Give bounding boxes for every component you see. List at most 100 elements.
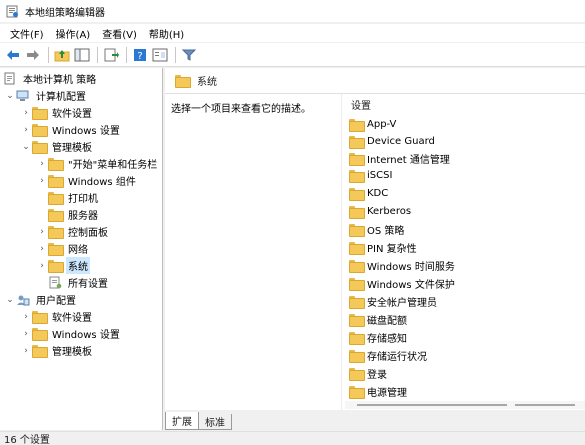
list-item[interactable]: Kerberos bbox=[349, 203, 411, 220]
folder-icon bbox=[349, 188, 365, 201]
tree-item-control-panel[interactable]: › 控制面板 bbox=[36, 223, 110, 240]
back-arrow-icon[interactable] bbox=[4, 46, 22, 64]
menu-action[interactable]: 操作(A) bbox=[50, 26, 97, 41]
folder-icon bbox=[349, 332, 365, 345]
folder-icon bbox=[349, 314, 365, 327]
export-list-icon[interactable] bbox=[102, 46, 120, 64]
tree-label-user-software-settings: 软件设置 bbox=[52, 313, 92, 324]
list-item[interactable]: PIN 复杂性 bbox=[349, 239, 417, 256]
chevron-down-icon[interactable]: ⌄ bbox=[4, 291, 16, 308]
list-item[interactable]: iSCSI bbox=[349, 167, 392, 184]
folder-icon bbox=[32, 328, 48, 341]
list-item-label: 安全帐户管理员 bbox=[367, 298, 437, 309]
tree-label-computer-config: 计算机配置 bbox=[36, 92, 86, 103]
menu-help[interactable]: 帮助(H) bbox=[143, 26, 190, 41]
window-title: 本地组策略编辑器 bbox=[25, 7, 105, 19]
tree-item-printers[interactable]: 打印机 bbox=[48, 189, 100, 206]
chevron-right-icon[interactable]: › bbox=[36, 155, 48, 172]
tree-item-admin-templates[interactable]: ⌄ 管理模板 bbox=[20, 138, 94, 155]
toolbar-separator bbox=[175, 46, 176, 63]
folder-icon bbox=[349, 119, 365, 132]
tree-item-windows-settings[interactable]: › Windows 设置 bbox=[20, 121, 122, 138]
list-item-label: 电源管理 bbox=[367, 388, 407, 399]
tree-item-start-menu[interactable]: › "开始"菜单和任务栏 bbox=[36, 155, 159, 172]
policy-editor-app-icon bbox=[6, 5, 19, 18]
tree-label-printers: 打印机 bbox=[68, 194, 98, 205]
view-tabs: 扩展 标准 bbox=[165, 412, 232, 430]
chevron-right-icon[interactable]: › bbox=[36, 240, 48, 257]
folder-icon bbox=[349, 206, 365, 219]
tree-item-windows-components[interactable]: › Windows 组件 bbox=[36, 172, 138, 189]
tree-label-system: 系统 bbox=[66, 257, 90, 274]
list-item[interactable]: Device Guard bbox=[349, 133, 435, 150]
list-item[interactable]: 存储感知 bbox=[349, 329, 407, 346]
chevron-right-icon[interactable]: › bbox=[20, 308, 32, 325]
list-item-label: iSCSI bbox=[367, 170, 393, 181]
chevron-right-icon[interactable]: › bbox=[36, 257, 48, 274]
tree-label-user-config: 用户配置 bbox=[36, 296, 76, 307]
tree-label-start-menu: "开始"菜单和任务栏 bbox=[68, 160, 158, 171]
tree-item-user-windows-settings[interactable]: › Windows 设置 bbox=[20, 325, 122, 342]
tree-item-root[interactable]: 本地计算机 策略 bbox=[4, 70, 98, 87]
folder-icon bbox=[32, 345, 48, 358]
list-item[interactable]: App-V bbox=[349, 116, 396, 133]
up-folder-icon[interactable] bbox=[53, 46, 71, 64]
tree-item-user-software-settings[interactable]: › 软件设置 bbox=[20, 308, 94, 325]
list-item[interactable]: KDC bbox=[349, 185, 388, 202]
folder-icon bbox=[349, 224, 365, 237]
toolbar-separator bbox=[97, 46, 98, 63]
list-item[interactable]: 磁盘配额 bbox=[349, 311, 407, 328]
list-item-label: Internet 通信管理 bbox=[367, 155, 450, 166]
chevron-right-icon[interactable]: › bbox=[20, 325, 32, 342]
chevron-right-icon[interactable]: › bbox=[20, 342, 32, 359]
list-item-label: OS 策略 bbox=[367, 226, 405, 237]
tree-label-network: 网络 bbox=[68, 245, 88, 256]
column-header-setting[interactable]: 设置 bbox=[351, 97, 371, 112]
properties-icon[interactable] bbox=[151, 46, 169, 64]
tree-item-computer-config[interactable]: ⌄ 计算机配置 bbox=[4, 87, 88, 104]
svg-text:?: ? bbox=[137, 51, 142, 62]
folder-icon bbox=[349, 296, 365, 309]
tree-item-network[interactable]: › 网络 bbox=[36, 240, 90, 257]
tree-item-user-admin-templates[interactable]: › 管理模板 bbox=[20, 342, 94, 359]
tab-extended[interactable]: 扩展 bbox=[165, 412, 199, 430]
chevron-right-icon[interactable]: › bbox=[36, 172, 48, 189]
list-item[interactable]: Internet 通信管理 bbox=[349, 150, 450, 167]
chevron-right-icon[interactable]: › bbox=[36, 223, 48, 240]
list-item[interactable]: 登录 bbox=[349, 365, 387, 382]
tree-label-software-settings: 软件设置 bbox=[52, 109, 92, 120]
chevron-down-icon[interactable]: ⌄ bbox=[20, 138, 32, 155]
help-icon[interactable]: ? bbox=[131, 46, 149, 64]
list-item[interactable]: 电源管理 bbox=[349, 383, 407, 400]
list-item[interactable]: 安全帐户管理员 bbox=[349, 293, 437, 310]
details-pane: 系统 选择一个项目来查看它的描述。 设置 App-V Device Guard … bbox=[165, 68, 585, 410]
list-item[interactable]: OS 策略 bbox=[349, 221, 404, 238]
menu-bar: 文件(F) 操作(A) 查看(V) 帮助(H) bbox=[0, 24, 585, 42]
filter-icon[interactable] bbox=[180, 46, 198, 64]
chevron-right-icon[interactable]: › bbox=[20, 121, 32, 138]
tab-standard[interactable]: 标准 bbox=[198, 414, 232, 430]
status-text: 16 个设置 bbox=[4, 435, 50, 445]
tree-label-control-panel: 控制面板 bbox=[68, 228, 108, 239]
tree-item-system[interactable]: › 系统 bbox=[36, 257, 90, 274]
tree-item-all-settings[interactable]: 所有设置 bbox=[48, 274, 110, 291]
list-item[interactable]: Windows 文件保护 bbox=[349, 275, 455, 292]
tree-item-server[interactable]: 服务器 bbox=[48, 206, 100, 223]
list-item[interactable]: 存储运行状况 bbox=[349, 347, 427, 364]
forward-arrow-icon[interactable] bbox=[24, 46, 42, 64]
tree-label-user-windows-settings: Windows 设置 bbox=[52, 330, 120, 341]
folder-icon bbox=[349, 136, 365, 149]
tree-item-user-config[interactable]: ⌄ 用户配置 bbox=[4, 291, 78, 308]
horizontal-scrollbar[interactable] bbox=[345, 401, 585, 409]
user-icon bbox=[16, 294, 30, 306]
chevron-down-icon[interactable]: ⌄ bbox=[4, 87, 16, 104]
tree-item-software-settings[interactable]: › 软件设置 bbox=[20, 104, 94, 121]
show-hide-tree-icon[interactable] bbox=[73, 46, 91, 64]
menu-file[interactable]: 文件(F) bbox=[4, 26, 50, 41]
list-item[interactable]: Windows 时间服务 bbox=[349, 257, 455, 274]
folder-icon bbox=[32, 107, 48, 120]
scrollbar-thumb[interactable] bbox=[357, 404, 507, 406]
pane-divider bbox=[341, 94, 342, 410]
menu-view[interactable]: 查看(V) bbox=[96, 26, 143, 41]
chevron-right-icon[interactable]: › bbox=[20, 104, 32, 121]
